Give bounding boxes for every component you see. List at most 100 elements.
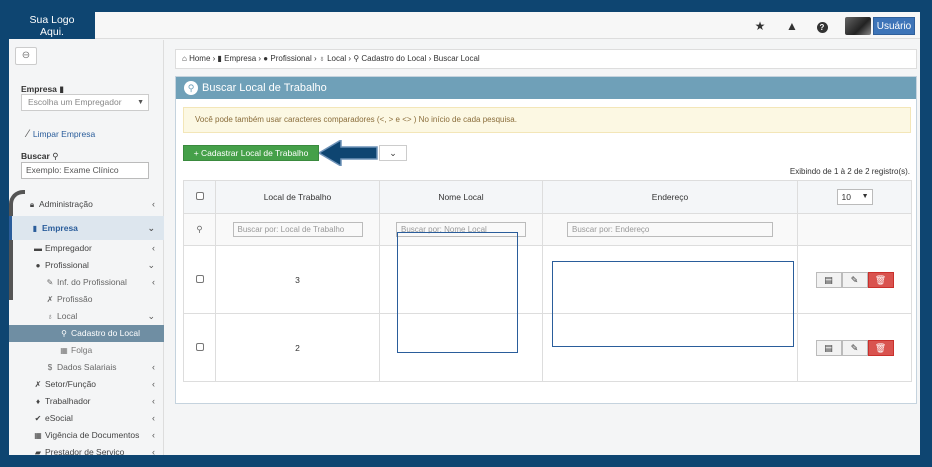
avatar[interactable]	[845, 17, 871, 35]
search-icon: ⚲	[61, 329, 67, 338]
row-checkbox[interactable]	[195, 342, 204, 351]
car-icon: ▰	[34, 448, 42, 455]
dollar-icon: $	[47, 363, 53, 372]
menu-item-empregador[interactable]: ▬ Empregador ‹	[9, 240, 164, 257]
breadcrumb-empresa[interactable]: Empresa	[224, 54, 256, 63]
filter-empty-cell	[797, 213, 912, 246]
cell-local-trabalho: 3	[215, 245, 380, 314]
edit-button[interactable]: ✎	[841, 339, 868, 356]
male-icon: ♦	[35, 397, 41, 406]
row-select-cell	[183, 313, 216, 382]
tools-icon: ✗	[34, 380, 42, 389]
caret-down-icon: ▼	[861, 193, 869, 200]
edit-button[interactable]: ✎	[841, 271, 868, 288]
breadcrumb-local[interactable]: Local	[327, 54, 346, 63]
chevron-left-icon: ‹	[152, 379, 155, 389]
chevron-left-icon: ‹	[152, 430, 155, 440]
delete-button[interactable]: 🗑︎	[867, 339, 894, 356]
chevron-left-icon: ‹	[152, 396, 155, 406]
star-icon[interactable]: ★	[753, 19, 767, 33]
logo-line-2: Aqui.	[40, 26, 64, 38]
limpar-empresa-link[interactable]: ⁄ Limpar Empresa	[27, 128, 95, 140]
records-info: Exibindo de 1 à 2 de 2 registro(s).	[789, 167, 910, 176]
delete-button[interactable]: 🗑︎	[867, 271, 894, 288]
row-select-cell	[183, 245, 216, 314]
redaction-box-endereco	[552, 261, 794, 347]
buscar-label: Buscar ⚲	[21, 151, 59, 161]
buscar-input[interactable]: Exemplo: Exame Clínico	[21, 162, 149, 179]
chevron-left-icon: ‹	[152, 447, 155, 455]
menu-item-empresa[interactable]: ▮ Empresa ⌄	[9, 216, 164, 240]
menu-item-administracao[interactable]: 🔒︎ Administração ‹	[9, 192, 164, 216]
row-actions-cell: ▤ ✎ 🗑︎	[797, 313, 912, 382]
search-icon: ⚲	[196, 224, 203, 234]
breadcrumb: ⌂ Home › ▮ Empresa › ● Profissional › ♁ …	[175, 49, 917, 69]
chevron-down-icon: ⌄	[147, 311, 155, 321]
view-card-button[interactable]: ▤	[815, 339, 842, 356]
filter-local-input[interactable]: Buscar por: Local de Trabalho	[232, 222, 363, 237]
check-icon: ✔	[34, 414, 42, 423]
empregador-select[interactable]: Escolha um Empregador ▼	[21, 94, 149, 111]
chevron-down-icon: ⌄	[147, 223, 155, 233]
select-all-checkbox[interactable]	[195, 192, 204, 200]
page-length-cell: 10 ▼	[797, 180, 912, 214]
warning-icon[interactable]: ▲	[785, 19, 799, 33]
help-icon[interactable]: ?	[815, 19, 829, 33]
view-card-button[interactable]: ▤	[815, 271, 842, 288]
logo[interactable]: Sua Logo Aqui.	[9, 12, 95, 39]
menu-item-setor-funcao[interactable]: ✗ Setor/Função ‹	[9, 376, 164, 393]
briefcase-icon: ▬	[34, 244, 42, 253]
row-actions-cell: ▤ ✎ 🗑︎	[797, 245, 912, 314]
collapse-sidebar-button[interactable]: ⊖	[15, 47, 37, 65]
calendar-icon: ▦	[60, 346, 68, 355]
breadcrumb-home[interactable]: Home	[189, 54, 210, 63]
search-icon: ⚲	[184, 81, 198, 95]
col-nome-local[interactable]: Nome Local	[379, 180, 543, 214]
chevron-left-icon: ‹	[152, 277, 155, 287]
page-length-select[interactable]: 10 ▼	[836, 189, 873, 205]
breadcrumb-cadastro-local[interactable]: Cadastro do Local	[361, 54, 426, 63]
user-icon: ●	[263, 54, 269, 63]
col-endereco[interactable]: Endereço	[542, 180, 798, 214]
menu-item-local[interactable]: ♁ Local ⌄	[9, 308, 164, 325]
menu-item-esocial[interactable]: ✔ eSocial ‹	[9, 410, 164, 427]
menu-item-prestador-servico[interactable]: ▰ Prestador de Serviço ‹	[9, 444, 164, 455]
table-row[interactable]: 2 ▤ ✎ 🗑︎	[183, 313, 912, 382]
plus-icon: +	[193, 148, 199, 158]
top-bar: Sua Logo Aqui. ★ ▲ ? Usuário	[9, 12, 920, 39]
cell-local-trabalho: 2	[215, 313, 380, 382]
cadastrar-local-button[interactable]: + Cadastrar Local de Trabalho	[183, 145, 319, 161]
menu-item-cadastro-local[interactable]: ⚲ Cadastro do Local	[9, 325, 164, 342]
search-icon: ⚲	[353, 54, 360, 63]
menu-item-profissional[interactable]: ● Profissional ⌄	[9, 257, 164, 274]
sidebar-menu: 🔒︎ Administração ‹ ▮ Empresa ⌄ ▬ Empregador ‹ …	[9, 192, 164, 455]
app-frame: Sua Logo Aqui. ★ ▲ ? Usuário ⊖ Empresa ▮…	[9, 12, 920, 455]
table-row[interactable]: 3 ▤ ✎ 🗑︎	[183, 245, 912, 314]
calendar-icon: ▦	[34, 431, 42, 440]
search-icon: ⚲	[52, 151, 59, 161]
info-alert: Você pode também usar caracteres compara…	[183, 107, 911, 133]
arrow-annotation-icon	[319, 140, 378, 166]
menu-item-vigencia-documentos[interactable]: ▦ Vigência de Documentos ‹	[9, 427, 164, 444]
breadcrumb-buscar-local: Buscar Local	[433, 54, 480, 63]
menu-item-folga[interactable]: ▦ Folga	[9, 342, 164, 359]
menu-item-trabalhador[interactable]: ♦ Trabalhador ‹	[9, 393, 164, 410]
chevron-left-icon: ‹	[152, 362, 155, 372]
col-local-trabalho[interactable]: Local de Trabalho	[215, 180, 380, 214]
row-checkbox[interactable]	[195, 274, 204, 283]
breadcrumb-profissional[interactable]: Profissional	[270, 54, 311, 63]
menu-item-profissao[interactable]: ✗ Profissão	[9, 291, 164, 308]
pencil-icon: ✎	[46, 278, 54, 287]
filter-endereco-input[interactable]: Buscar por: Endereço	[567, 222, 773, 237]
options-dropdown-button[interactable]: ⌄	[379, 145, 407, 161]
filter-endereco-cell: Buscar por: Endereço	[542, 213, 798, 246]
menu-item-inf-profissional[interactable]: ✎ Inf. do Profissional ‹	[9, 274, 164, 291]
map-marker-icon: ♁	[47, 312, 53, 321]
map-marker-icon: ♁	[318, 54, 325, 63]
chevron-down-icon: ⌄	[389, 148, 397, 158]
building-icon: ▮	[59, 84, 64, 94]
building-icon: ▮	[32, 224, 38, 233]
panel-header: ⚲ Buscar Local de Trabalho	[176, 77, 916, 99]
menu-item-dados-salariais[interactable]: $ Dados Salariais ‹	[9, 359, 164, 376]
user-button[interactable]: Usuário	[873, 17, 915, 35]
